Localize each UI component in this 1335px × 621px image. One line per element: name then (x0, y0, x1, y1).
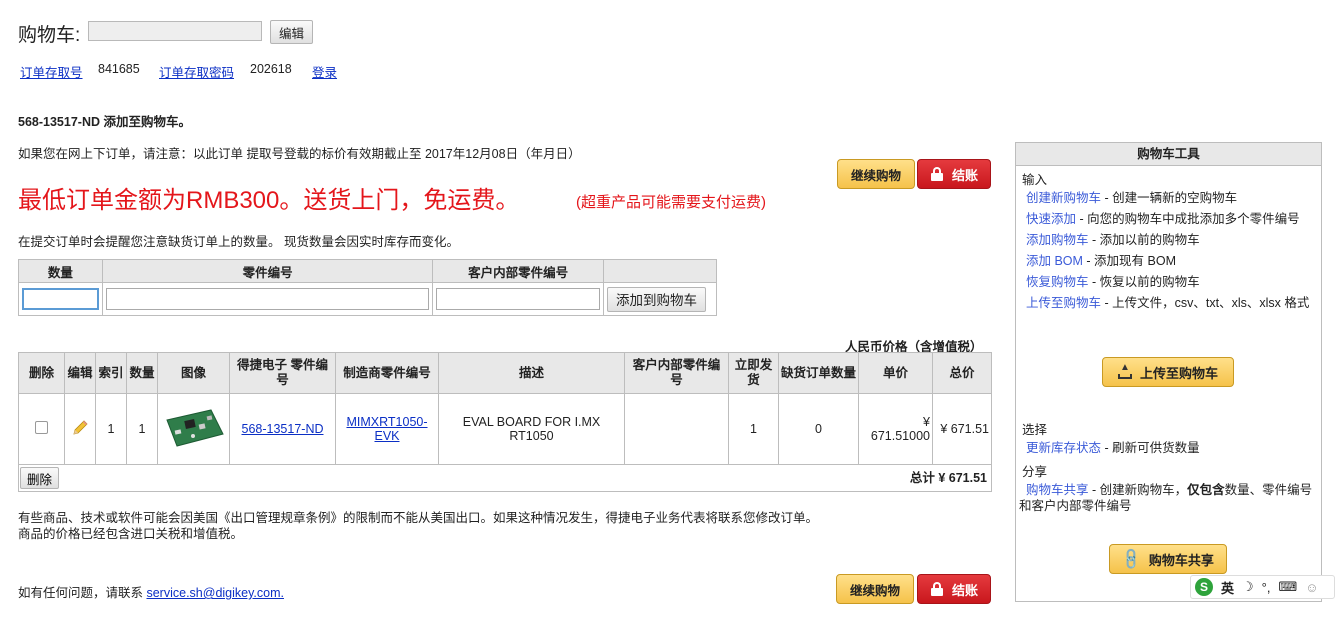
row-customer-pn (624, 393, 729, 465)
order-retrieval-pwd-link[interactable]: 订单存取密码 (159, 62, 234, 81)
col-edit: 编辑 (64, 352, 96, 394)
col-customer-pn: 客户内部零件编号 (624, 352, 729, 394)
row-backorder: 0 (778, 393, 859, 465)
checkout-label: 结账 (951, 582, 978, 598)
order-retrieval-no: 841685 (98, 62, 140, 76)
col-image: 图像 (157, 352, 230, 394)
table-row: 1 1 568-13517-ND MIMXRT1050-EVK EVAL BOA… (18, 393, 992, 465)
order-retrieval-no-link[interactable]: 订单存取号 (20, 62, 83, 81)
added-to-cart-message: 568-13517-ND 添加至购物车。 (18, 115, 191, 129)
quick-add-header-customer-part: 客户内部零件编号 (432, 259, 604, 283)
ime-toolbar[interactable]: S 英 ☽ °, ⌨ ☺ (1190, 575, 1335, 599)
add-to-cart-button[interactable]: 添加到购物车 (606, 286, 706, 312)
tool-item-restore-cart: 恢复购物车 - 恢复以前的购物车 (1026, 275, 1200, 289)
cart-label: 购物车: (18, 25, 81, 46)
checkout-button-bottom[interactable]: 结账 (917, 574, 991, 604)
quick-add-table: 数量 零件编号 客户内部零件编号 添加到购物车 (18, 259, 718, 316)
refresh-stock-link[interactable]: 更新库存状态 (1026, 441, 1101, 455)
continue-shopping-label: 继续购物 (850, 168, 901, 183)
quick-add-customer-part-input[interactable] (436, 288, 600, 310)
moon-icon[interactable]: ☽ (1242, 579, 1254, 595)
mfr-part-link[interactable]: MIMXRT1050-EVK (346, 415, 427, 443)
cart-total: 总计 ¥ 671.51 (909, 471, 987, 485)
cart-table: 删除 编辑 索引 数量 图像 得捷电子 零件编号 制造商零件编号 描述 客户内部… (18, 352, 992, 492)
cart-tools-title: 购物车工具 (1016, 143, 1321, 166)
share-cart-link[interactable]: 购物车共享 (1026, 483, 1089, 497)
tools-input-section: 输入 (1022, 173, 1048, 187)
continue-shopping-button-top[interactable]: 继续购物 (837, 159, 915, 189)
lock-icon (930, 582, 944, 596)
export-notice: 有些商品、技术或软件可能会因美国《出口管理规章条例》的限制而不能从美国出口。如果… (18, 511, 819, 525)
price-validity-notice: 如果您在网上下订单，请注意：以此订单 提取号登载的标价有效期截止至 2017年1… (18, 147, 581, 161)
row-ship-now: 1 (728, 393, 779, 465)
tool-item-quick-add: 快速添加 - 向您的购物车中成批添加多个零件编号 (1026, 212, 1300, 226)
restore-cart-link[interactable]: 恢复购物车 (1026, 275, 1089, 289)
contact-prefix: 如有任何问题，请联系 (18, 586, 147, 600)
keyboard-icon[interactable]: ⌨ (1278, 579, 1297, 595)
continue-shopping-label: 继续购物 (849, 583, 900, 598)
create-cart-link[interactable]: 创建新购物车 (1026, 191, 1101, 205)
tool-item-add-cart: 添加购物车 - 添加以前的购物车 (1026, 233, 1200, 247)
row-qty: 1 (126, 393, 158, 465)
pencil-icon[interactable] (71, 419, 89, 437)
col-description: 描述 (438, 352, 625, 394)
digikey-part-link[interactable]: 568-13517-ND (242, 422, 324, 436)
contact-email-link[interactable]: service.sh@digikey.com. (146, 586, 284, 600)
tools-share-section: 分享 (1022, 465, 1048, 479)
add-cart-link[interactable]: 添加购物车 (1026, 233, 1089, 247)
col-qty: 数量 (126, 352, 158, 394)
link-icon: 🔗 (1119, 546, 1145, 572)
upload-icon (1117, 362, 1132, 379)
share-cart-button[interactable]: 🔗 购物车共享 (1109, 544, 1227, 574)
tool-item-create-cart: 创建新购物车 - 创建一辆新的空购物车 (1026, 191, 1238, 205)
row-unit-price: ¥ 671.51000 (858, 393, 933, 465)
product-image[interactable] (163, 406, 225, 450)
col-backorder: 缺货订单数量 (778, 352, 859, 394)
tool-item-share-cart: 购物车共享 - 创建新购物车，仅包含数量、零件编号和客户内部零件编号 (1019, 483, 1313, 513)
col-unit-price: 单价 (858, 352, 933, 394)
col-ship-now: 立即发货 (728, 352, 779, 394)
backorder-reminder: 在提交订单时会提醒您注意缺货订单上的数量。 现货数量会因实时库存而变化。 (18, 235, 459, 249)
quick-add-part-input[interactable] (105, 288, 430, 310)
tax-notice: 商品的价格已经包含进口关税和增值税。 (18, 527, 244, 541)
sogou-icon[interactable]: S (1195, 578, 1213, 596)
col-ext-price: 总价 (932, 352, 992, 394)
tool-item-refresh-stock: 更新库存状态 - 刷新可供货数量 (1026, 441, 1200, 455)
upload-cart-link[interactable]: 上传至购物车 (1026, 296, 1101, 310)
cart-name-input[interactable] (88, 21, 262, 41)
delete-button[interactable]: 删除 (20, 467, 60, 489)
quick-add-header-empty (602, 259, 718, 283)
continue-shopping-button-bottom[interactable]: 继续购物 (836, 574, 914, 604)
punctuation-icon[interactable]: °, (1262, 580, 1271, 595)
edit-button[interactable]: 编辑 (270, 20, 314, 44)
checkout-button-top[interactable]: 结账 (917, 159, 991, 189)
min-order-subnote: (超重产品可能需要支付运费) (576, 194, 766, 211)
checkout-label: 结账 (951, 167, 978, 183)
lock-icon (930, 167, 944, 181)
upload-to-cart-button[interactable]: 上传至购物车 (1102, 357, 1234, 387)
col-mfr-pn: 制造商零件编号 (335, 352, 439, 394)
row-ext-price: ¥ 671.51 (932, 393, 992, 465)
min-order-banner: 最低订单金额为RMB300。送货上门，免运费。 (18, 187, 520, 214)
login-link[interactable]: 登录 (312, 62, 337, 81)
delete-checkbox[interactable] (35, 421, 48, 434)
tool-item-upload-cart: 上传至购物车 - 上传文件，csv、txt、xls、xlsx 格式 (1026, 296, 1310, 310)
tools-select-section: 选择 (1022, 423, 1048, 437)
ime-lang[interactable]: 英 (1221, 578, 1234, 597)
row-description: EVAL BOARD FOR I.MX RT1050 (438, 393, 625, 465)
quick-add-header-qty: 数量 (18, 259, 103, 283)
cart-tools-panel: 购物车工具 输入 创建新购物车 - 创建一辆新的空购物车 快速添加 - 向您的购… (1015, 142, 1322, 602)
col-index: 索引 (95, 352, 127, 394)
col-delete: 删除 (18, 352, 65, 394)
add-bom-link[interactable]: 添加 BOM (1026, 254, 1083, 268)
col-digikey-pn: 得捷电子 零件编号 (229, 352, 336, 394)
quick-add-qty-input[interactable] (22, 288, 99, 310)
user-icon[interactable]: ☺ (1305, 580, 1318, 595)
quick-add-link[interactable]: 快速添加 (1026, 212, 1076, 226)
row-index: 1 (95, 393, 127, 465)
quick-add-header-part: 零件编号 (101, 259, 434, 283)
order-retrieval-pwd: 202618 (250, 62, 292, 76)
tool-item-add-bom: 添加 BOM - 添加现有 BOM (1026, 254, 1177, 268)
